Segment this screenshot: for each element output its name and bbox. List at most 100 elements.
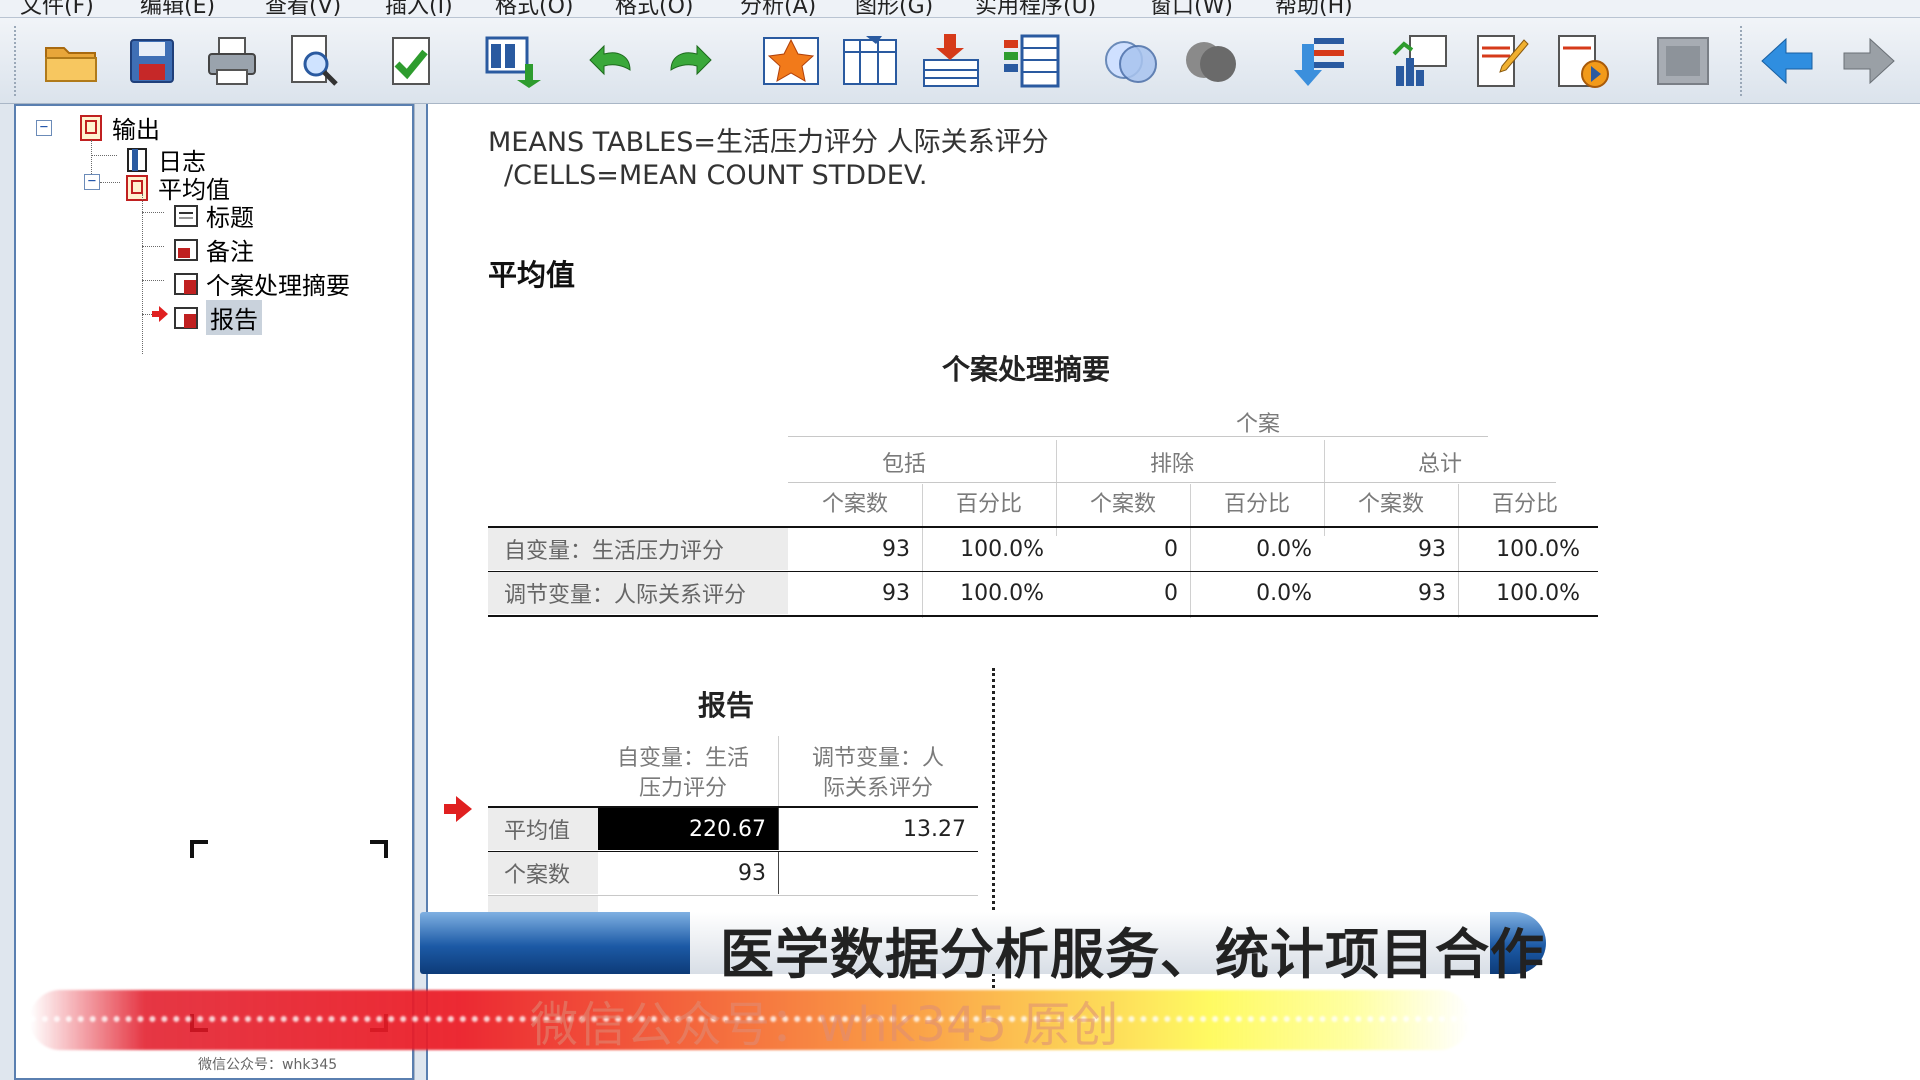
- menu-format[interactable]: 格式(O): [495, 0, 573, 17]
- hide-icon[interactable]: [1180, 30, 1242, 92]
- row-label: 调节变量：人际关系评分: [488, 572, 788, 614]
- recall-dialog-icon[interactable]: [481, 30, 543, 92]
- tree-line: [91, 140, 92, 174]
- promo-banner: 医学数据分析服务、统计项目合作: [420, 908, 1560, 986]
- report-col2-header-line2: 际关系评分: [822, 776, 933, 801]
- tree-line: [91, 155, 117, 156]
- insert-chart-icon[interactable]: [1390, 30, 1452, 92]
- menu-file[interactable]: 文件(F): [20, 0, 94, 17]
- banner-left-bar: [420, 912, 720, 974]
- header-rule: [788, 482, 1556, 483]
- tree-line: [100, 182, 120, 183]
- table-cell[interactable]: 100.0%: [922, 528, 1056, 570]
- tree-line: [142, 246, 164, 247]
- undo-icon[interactable]: [580, 30, 642, 92]
- table-bottom-rule: [488, 615, 1598, 617]
- col-sub-header: 个案数: [1357, 492, 1424, 517]
- col-divider: [778, 736, 779, 806]
- menu-edit[interactable]: 编辑(E): [140, 0, 215, 17]
- table-cell[interactable]: 100.0%: [922, 572, 1056, 614]
- banner-text: 医学数据分析服务、统计项目合作: [720, 923, 1545, 986]
- col-sub-header: 个案数: [1089, 492, 1156, 517]
- report-title: 报告: [698, 689, 755, 722]
- insert-script-icon[interactable]: [1551, 30, 1613, 92]
- menu-bar: 文件(F) 编辑(E) 查看(V) 插入(I) 格式(O) 格式(O) 分析(A…: [0, 0, 1920, 18]
- print-icon[interactable]: [201, 30, 263, 92]
- menu-help[interactable]: 帮助(H): [1275, 0, 1353, 17]
- tree-line: [142, 194, 143, 354]
- menu-insert[interactable]: 插入(I): [385, 0, 453, 17]
- report-col1-header-line1: 自变量：生活: [616, 746, 749, 771]
- col-sub-header: 百分比: [1223, 492, 1290, 517]
- watermark-text: 微信公众号：whk345 原创: [530, 997, 1119, 1053]
- tree-line: [142, 212, 164, 213]
- output-icon: [126, 174, 148, 201]
- pivot-table-icon: [174, 306, 198, 329]
- show-all-icon[interactable]: [1100, 30, 1162, 92]
- output-navigator: − 输出 日志 − 平均值 标题 备注 个案处理摘要 报告 微信公众号：whk3…: [14, 104, 414, 1080]
- table-cell[interactable]: 0.0%: [1190, 528, 1324, 570]
- report-cell[interactable]: 93: [598, 852, 778, 894]
- collapse-means-toggle[interactable]: −: [84, 174, 100, 190]
- col-group-excluded: 排除: [1149, 452, 1194, 477]
- open-folder-icon[interactable]: [40, 30, 102, 92]
- case-summary-title: 个案处理摘要: [942, 353, 1111, 386]
- goto-variable-icon[interactable]: [840, 30, 902, 92]
- table-cell[interactable]: 93: [1324, 572, 1458, 614]
- table-cell[interactable]: 100.0%: [1458, 528, 1592, 570]
- insert-table-icon[interactable]: [1000, 30, 1062, 92]
- tree-line: [142, 280, 164, 281]
- syntax-line-1: MEANS TABLES=生活压力评分 人际关系评分: [488, 127, 1049, 158]
- collapse-root-toggle[interactable]: −: [36, 120, 52, 136]
- tree-node-title[interactable]: 标题: [172, 198, 254, 233]
- save-icon[interactable]: [121, 30, 183, 92]
- report-cell[interactable]: [778, 852, 978, 894]
- toolbar-grip: [14, 26, 16, 96]
- syntax-line-2: /CELLS=MEAN COUNT STDDEV.: [504, 160, 928, 191]
- report-row-label: 平均值: [488, 808, 598, 850]
- insert-text-icon[interactable]: [1470, 30, 1532, 92]
- notes-icon: [174, 238, 198, 261]
- print-preview-icon[interactable]: [282, 30, 344, 92]
- toolbar-separator: [1740, 26, 1742, 96]
- menu-window[interactable]: 窗口(W): [1150, 0, 1233, 17]
- pivot-table-icon: [174, 272, 198, 295]
- redo-icon[interactable]: [659, 30, 721, 92]
- crop-corner-mark: [370, 840, 388, 858]
- col-sub-header: 百分比: [1491, 492, 1558, 517]
- col-group-total: 总计: [1417, 452, 1462, 477]
- designate-window-icon[interactable]: [1652, 30, 1714, 92]
- table-cell[interactable]: 93: [788, 572, 922, 614]
- menu-utilities[interactable]: 实用程序(U): [975, 0, 1096, 17]
- menu-graphs[interactable]: 图形(G): [855, 0, 933, 17]
- title-icon: [174, 204, 198, 227]
- goto-case-icon[interactable]: [760, 30, 822, 92]
- back-icon[interactable]: [1756, 30, 1818, 92]
- table-cell[interactable]: 0.0%: [1190, 572, 1324, 614]
- export-icon[interactable]: [381, 30, 443, 92]
- current-item-arrow-icon: [152, 306, 168, 322]
- report-row-label: 个案数: [488, 852, 598, 894]
- tree-node-report[interactable]: 报告: [172, 300, 262, 335]
- tree-node-case-summary[interactable]: 个案处理摘要: [172, 266, 350, 301]
- table-cell[interactable]: 93: [788, 528, 922, 570]
- report-cell[interactable]: 13.27: [778, 808, 978, 850]
- report-cell-selected[interactable]: 220.67: [598, 808, 778, 850]
- table-cell[interactable]: 0: [1056, 572, 1190, 614]
- menu-view[interactable]: 查看(V): [265, 0, 341, 17]
- insert-output-icon[interactable]: [920, 30, 982, 92]
- output-icon: [80, 114, 102, 141]
- tree-node-notes[interactable]: 备注: [172, 232, 254, 267]
- col-sub-header: 个案数: [821, 492, 888, 517]
- menu-analyze[interactable]: 分析(A): [740, 0, 816, 17]
- col-group-included: 包括: [881, 452, 926, 477]
- crop-corner-mark: [190, 840, 208, 858]
- table-cell[interactable]: 100.0%: [1458, 572, 1592, 614]
- report-col1-header-line2: 压力评分: [638, 776, 727, 801]
- table-cell[interactable]: 0: [1056, 528, 1190, 570]
- promote-icon[interactable]: [1290, 30, 1352, 92]
- report-col2-header-line1: 调节变量：人: [811, 746, 944, 771]
- forward-icon[interactable]: [1838, 30, 1900, 92]
- table-cell[interactable]: 93: [1324, 528, 1458, 570]
- menu-format-2[interactable]: 格式(O): [615, 0, 693, 17]
